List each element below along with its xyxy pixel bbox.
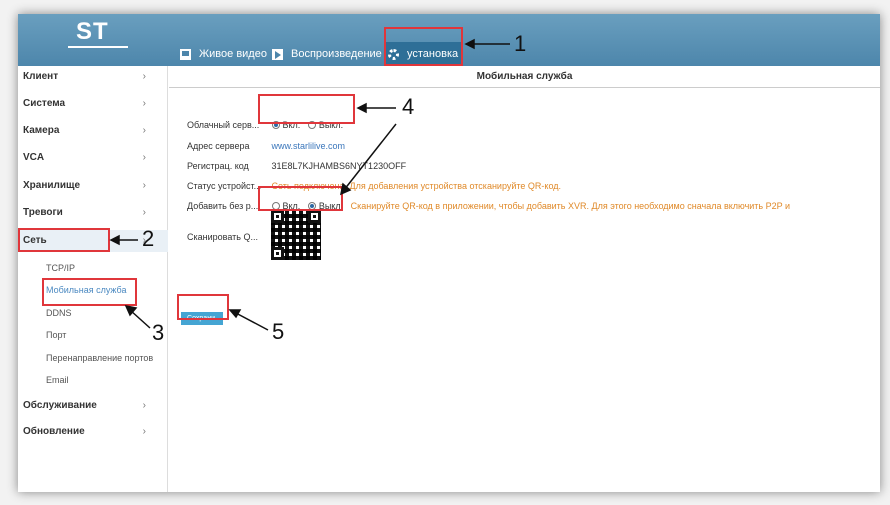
arrow-4b-line [343, 123, 397, 191]
arrow-3-line [129, 309, 151, 329]
annotation-arrows [109, 38, 510, 331]
annotation-number-3: 3 [152, 320, 165, 345]
annotation-number-1: 1 [514, 31, 527, 56]
annotation-number-4: 4 [402, 94, 415, 119]
arrow-4b-head [339, 182, 352, 196]
app-window: ST Живое видео Воспроизведение установка… [18, 14, 880, 492]
arrow-5-line [233, 311, 269, 331]
arrow-4a-head [356, 102, 367, 114]
arrow-1-head [464, 38, 475, 50]
annotation-number-2: 2 [142, 226, 155, 251]
arrow-5-head [228, 309, 242, 319]
annotation-number-5: 5 [272, 319, 285, 344]
arrow-2-head [109, 234, 120, 246]
